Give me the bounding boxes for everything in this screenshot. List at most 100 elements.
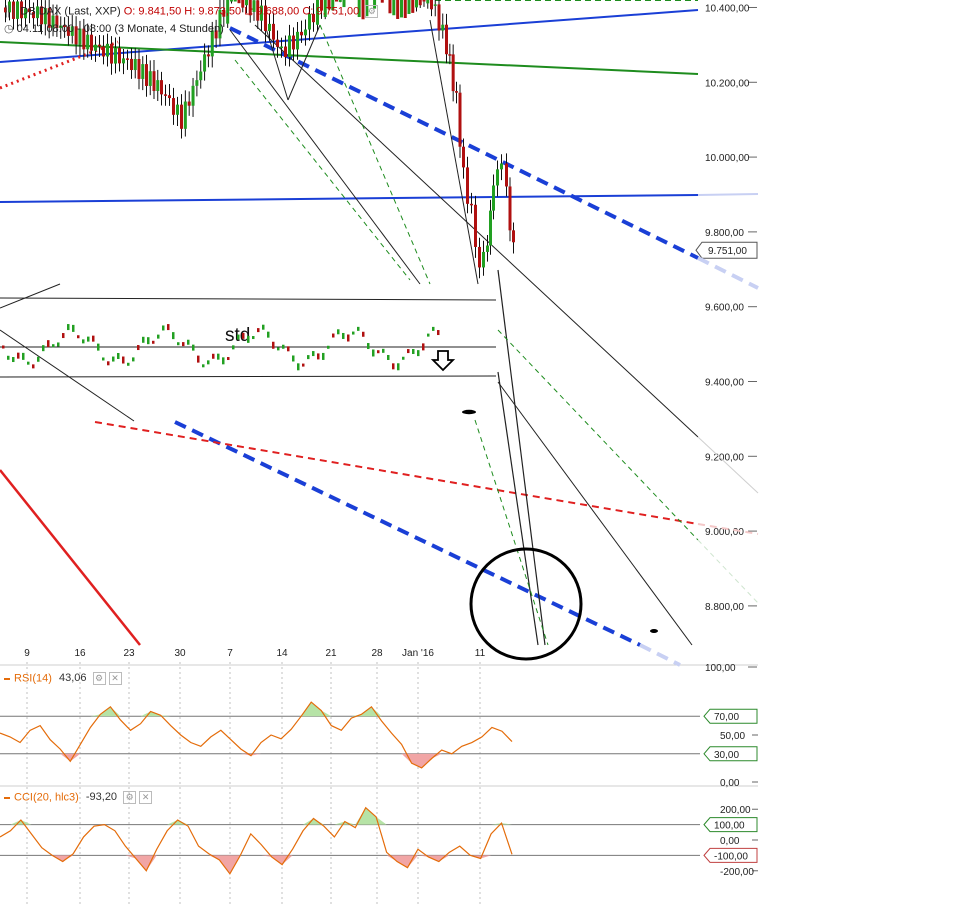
time-tick-label: 14: [276, 648, 288, 659]
mini-candle: [427, 333, 430, 337]
mini-candle: [92, 335, 95, 342]
close-icon[interactable]: ✕: [108, 672, 122, 685]
candle-body: [296, 31, 299, 50]
mini-candle: [252, 336, 255, 340]
cci-label: CCI(20, hlc3): [14, 791, 79, 804]
mini-candle: [332, 333, 335, 338]
candle-body: [466, 167, 469, 204]
candle-body: [102, 46, 105, 57]
mini-candle: [167, 324, 170, 331]
mini-candle: [107, 361, 110, 366]
mini-candle: [302, 363, 305, 367]
rsi-tick-label: 0,00: [720, 778, 740, 789]
mini-candle: [162, 325, 165, 331]
candlestick-icon: ║│: [4, 6, 18, 18]
low-value: L: 9.688,00: [244, 5, 300, 18]
last-price-label: 9.751,00: [708, 246, 747, 257]
mini-candle: [392, 363, 395, 370]
candle-body: [195, 80, 199, 86]
mini-candle: [387, 354, 390, 360]
mini-candle: [242, 332, 245, 339]
mini-candle: [352, 331, 355, 335]
candle-body: [137, 59, 141, 79]
mini-candle: [402, 356, 405, 360]
mini-candle: [267, 331, 270, 338]
candle-body: [199, 71, 203, 81]
candle-body: [492, 185, 495, 211]
close-icon[interactable]: ✕: [139, 791, 153, 804]
mini-candle: [82, 339, 85, 344]
candle-body: [148, 71, 152, 86]
trendline-blue-mid-faded: [697, 193, 759, 196]
mini-candle: [377, 350, 380, 354]
price-tick-label: 9.800,00: [705, 228, 744, 239]
candle-body: [486, 245, 489, 252]
mini-candle: [372, 349, 375, 357]
candle-body: [156, 80, 160, 91]
candle-body: [496, 169, 499, 186]
candle-body: [380, 0, 384, 3]
mini-candle: [297, 363, 300, 371]
mini-candle: [17, 352, 20, 359]
mini-candle: [52, 344, 55, 348]
cci-tick-label: 200,00: [720, 805, 751, 816]
channel-line: [0, 297, 497, 301]
candle-body: [392, 0, 396, 16]
mini-candle: [237, 334, 240, 340]
rsi-value: 43,06: [58, 672, 87, 685]
candle-body: [237, 0, 241, 4]
candle-body: [482, 251, 485, 268]
mini-candle: [62, 333, 65, 339]
trendline-black: [264, 24, 289, 101]
price-tick-label: 10.000,00: [705, 153, 750, 164]
trendline-green-dashed: [319, 24, 431, 285]
candle-body: [206, 54, 210, 57]
cci-tick-label: 0,00: [720, 836, 740, 847]
mini-candle: [37, 356, 40, 362]
candle-body: [437, 4, 441, 31]
candle-body: [94, 44, 97, 51]
cci-header: CCI(20, hlc3) -93,20 ⚙ ✕: [4, 791, 153, 804]
mini-candle: [227, 357, 230, 361]
time-tick-label: 23: [123, 648, 135, 659]
mini-candle: [407, 349, 410, 354]
candle-body: [300, 31, 303, 36]
gear-icon[interactable]: ⚙: [123, 791, 137, 804]
candle-body: [508, 186, 512, 231]
trendline-red-steep: [0, 469, 141, 646]
price-tick-label: 10.200,00: [705, 78, 750, 89]
mini-candle: [192, 344, 195, 351]
trendline-black: [229, 29, 421, 285]
channel-line: [0, 375, 497, 378]
candle-body: [130, 58, 133, 71]
trendline-black: [497, 381, 693, 646]
rsi-tick-label: 30,00: [714, 750, 739, 761]
candle-body: [152, 71, 156, 91]
gear-icon[interactable]: ⚙: [365, 5, 379, 18]
mini-candle: [322, 352, 325, 360]
mini-candle: [317, 353, 320, 360]
candle-body: [304, 29, 307, 36]
candle-body: [505, 163, 508, 187]
time-tick-label: 30: [174, 648, 186, 659]
close-value: C: 9.751,00: [302, 5, 360, 18]
mini-candle: [202, 364, 205, 368]
mini-candle: [292, 355, 295, 362]
candle-body: [110, 43, 113, 64]
rsi-tick-label: 50,00: [720, 731, 745, 742]
trendline-blue-dashed-lower: [174, 420, 641, 647]
trendline-black: [0, 329, 135, 422]
mini-candle: [257, 328, 260, 333]
cci-tick-label: -100,00: [714, 851, 748, 862]
trendline-blue-dashed-lower-faded: [639, 643, 681, 667]
mini-candle: [217, 353, 220, 360]
candle-body: [98, 44, 101, 47]
mini-candle: [417, 350, 420, 357]
gear-icon[interactable]: ⚙: [92, 672, 106, 685]
mini-candle: [397, 363, 400, 371]
mini-candle: [262, 324, 265, 330]
candle-body: [470, 203, 473, 206]
mini-candle: [432, 326, 435, 331]
mini-candle: [132, 357, 135, 362]
mini-candle: [47, 340, 50, 348]
